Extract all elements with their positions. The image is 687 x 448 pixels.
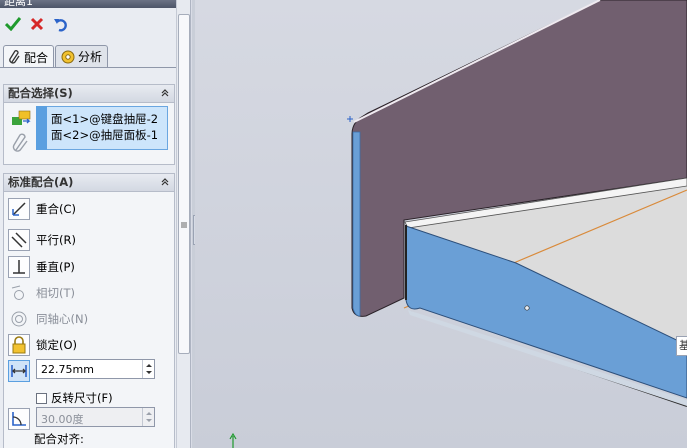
concentric-mate-button: 同轴心(N) xyxy=(8,307,88,331)
grip-icon xyxy=(181,222,187,228)
concentric-icon xyxy=(8,308,30,330)
tooltip-tag: 基 xyxy=(676,336,687,356)
property-manager-panel: 距离1 配合 分析 配合选择(S) 面<1>@键盘抽屉-2 面<2>@抽屉面板-… xyxy=(0,0,191,448)
angle-input: 30.00度 xyxy=(36,407,155,427)
angle-value: 30.00度 xyxy=(41,413,84,426)
flip-dimension-checkbox[interactable]: 反转尺寸(F) xyxy=(36,390,113,406)
tab-analysis[interactable]: 分析 xyxy=(55,45,109,67)
ok-button[interactable] xyxy=(4,15,22,33)
selection-item[interactable]: 面<2>@抽屉面板-1 xyxy=(51,127,158,143)
panel-title: 距离1 xyxy=(0,0,190,8)
selection-item[interactable]: 面<1>@键盘抽屉-2 xyxy=(51,111,158,127)
cancel-button[interactable] xyxy=(28,15,46,33)
mate-label: 平行(R) xyxy=(36,233,76,247)
coincident-icon xyxy=(8,198,30,220)
paperclip-icon xyxy=(12,133,28,152)
standard-mates-header[interactable]: 标准配合(A) xyxy=(4,174,174,192)
mate-label: 垂直(P) xyxy=(36,260,75,274)
tangent-mate-button: 相切(T) xyxy=(8,281,75,305)
paperclip-icon xyxy=(9,50,20,64)
checkbox-label: 反转尺寸(F) xyxy=(51,391,113,405)
coordinate-triad-icon xyxy=(229,432,237,448)
action-buttons xyxy=(4,14,70,34)
collapse-chevron-icon xyxy=(161,89,169,97)
model-scene[interactable] xyxy=(195,0,687,448)
distance-input[interactable]: 22.75mm xyxy=(36,359,155,379)
checkbox-box xyxy=(36,392,47,404)
angle-stepper xyxy=(142,408,154,426)
tab-label: 配合 xyxy=(24,50,49,65)
selected-face-edge[interactable] xyxy=(352,131,361,317)
graphics-viewport[interactable]: 基 xyxy=(195,0,687,448)
analysis-icon xyxy=(61,50,75,63)
close-icon xyxy=(30,17,44,31)
tab-bar: 配合 分析 xyxy=(3,45,109,68)
mate-selections-group: 配合选择(S) 面<1>@键盘抽屉-2 面<2>@抽屉面板-1 xyxy=(3,84,175,165)
mate-entity-icon xyxy=(12,110,31,125)
tab-mates[interactable]: 配合 xyxy=(3,45,55,68)
mate-selections-header[interactable]: 配合选择(S) xyxy=(4,85,174,103)
perpendicular-icon xyxy=(8,256,30,278)
distance-stepper[interactable] xyxy=(142,360,154,378)
standard-mates-group: 标准配合(A) 重合(C) 平行(R) 垂直(P) 相切(T) 同轴心(N) 锁… xyxy=(3,173,175,448)
mate-label: 锁定(O) xyxy=(36,338,78,352)
distance-value: 22.75mm xyxy=(41,363,94,376)
distance-icon xyxy=(8,360,30,382)
perpendicular-mate-button[interactable]: 垂直(P) xyxy=(8,255,75,279)
selection-color-bar xyxy=(36,106,47,150)
vertex-marker-icon xyxy=(347,116,353,122)
mate-label: 同轴心(N) xyxy=(36,312,89,326)
tangent-icon xyxy=(8,282,30,304)
lock-mate-button[interactable]: 锁定(O) xyxy=(8,333,77,357)
hole-marker xyxy=(524,305,530,311)
angle-icon xyxy=(8,408,30,430)
tab-label: 分析 xyxy=(78,50,103,64)
panel-scrollbar[interactable] xyxy=(176,0,190,448)
angle-mate-button[interactable] xyxy=(8,407,36,431)
coincident-mate-button[interactable]: 重合(C) xyxy=(8,197,76,221)
lock-icon xyxy=(8,334,30,356)
selection-list[interactable]: 面<1>@键盘抽屉-2 面<2>@抽屉面板-1 xyxy=(36,106,168,150)
group-title: 标准配合(A) xyxy=(8,175,74,189)
collapse-chevron-icon xyxy=(161,178,169,186)
tab-divider xyxy=(0,67,190,68)
distance-mate-button[interactable] xyxy=(8,359,36,383)
parallel-icon xyxy=(8,229,30,251)
group-title: 配合选择(S) xyxy=(8,86,73,100)
mate-label: 相切(T) xyxy=(36,286,75,300)
parallel-mate-button[interactable]: 平行(R) xyxy=(8,228,76,252)
mate-alignment-label: 配合对齐: xyxy=(34,432,84,446)
mate-label: 重合(C) xyxy=(36,202,77,216)
scrollbar-thumb[interactable] xyxy=(178,14,190,354)
undo-button[interactable] xyxy=(52,15,70,33)
undo-icon xyxy=(54,19,67,32)
check-icon xyxy=(5,17,21,31)
